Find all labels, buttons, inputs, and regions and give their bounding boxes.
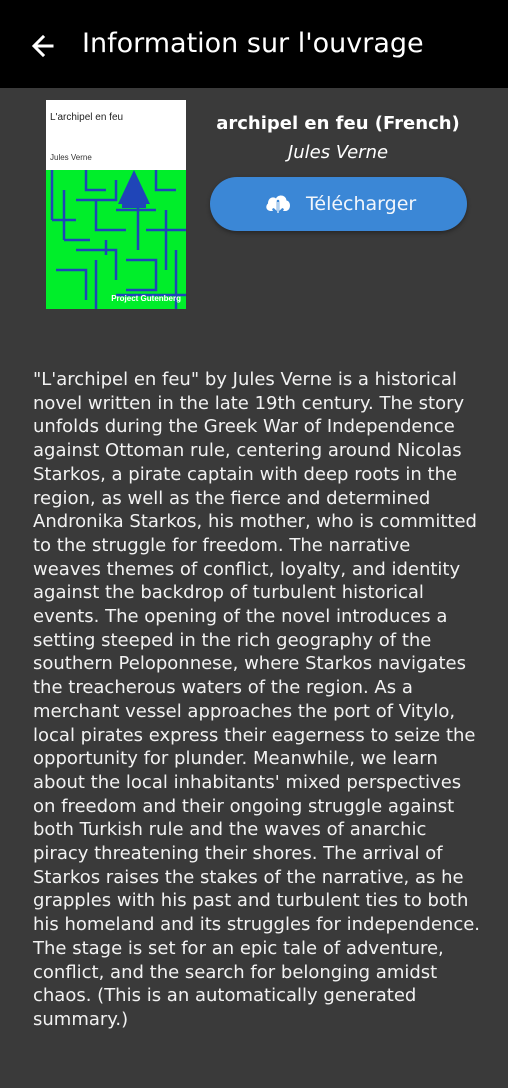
- book-author: Jules Verne: [287, 142, 389, 163]
- cover-author: Jules Verne: [50, 153, 92, 162]
- back-button[interactable]: [24, 26, 64, 66]
- app-bar: Information sur l'ouvrage: [0, 0, 508, 88]
- cloud-download-icon: [266, 195, 290, 216]
- book-summary: "L'archipel en feu" by Jules Verne is a …: [33, 369, 481, 1030]
- cover-header: L'archipel en feu Jules Verne: [46, 100, 186, 170]
- download-label: Télécharger: [306, 193, 417, 215]
- cover-maze-art: [50, 170, 186, 309]
- book-info-screen: Information sur l'ouvrage L'archipel en …: [0, 0, 508, 1088]
- page-title: Information sur l'ouvrage: [82, 28, 424, 59]
- book-title: archipel en feu (French): [216, 113, 460, 134]
- arrow-left-icon: [31, 34, 54, 58]
- cover-publisher: Project Gutenberg: [111, 294, 181, 303]
- book-cover: L'archipel en feu Jules Verne Project Gu…: [46, 100, 186, 309]
- cover-title: L'archipel en feu: [50, 112, 124, 123]
- download-button[interactable]: Télécharger: [210, 177, 467, 231]
